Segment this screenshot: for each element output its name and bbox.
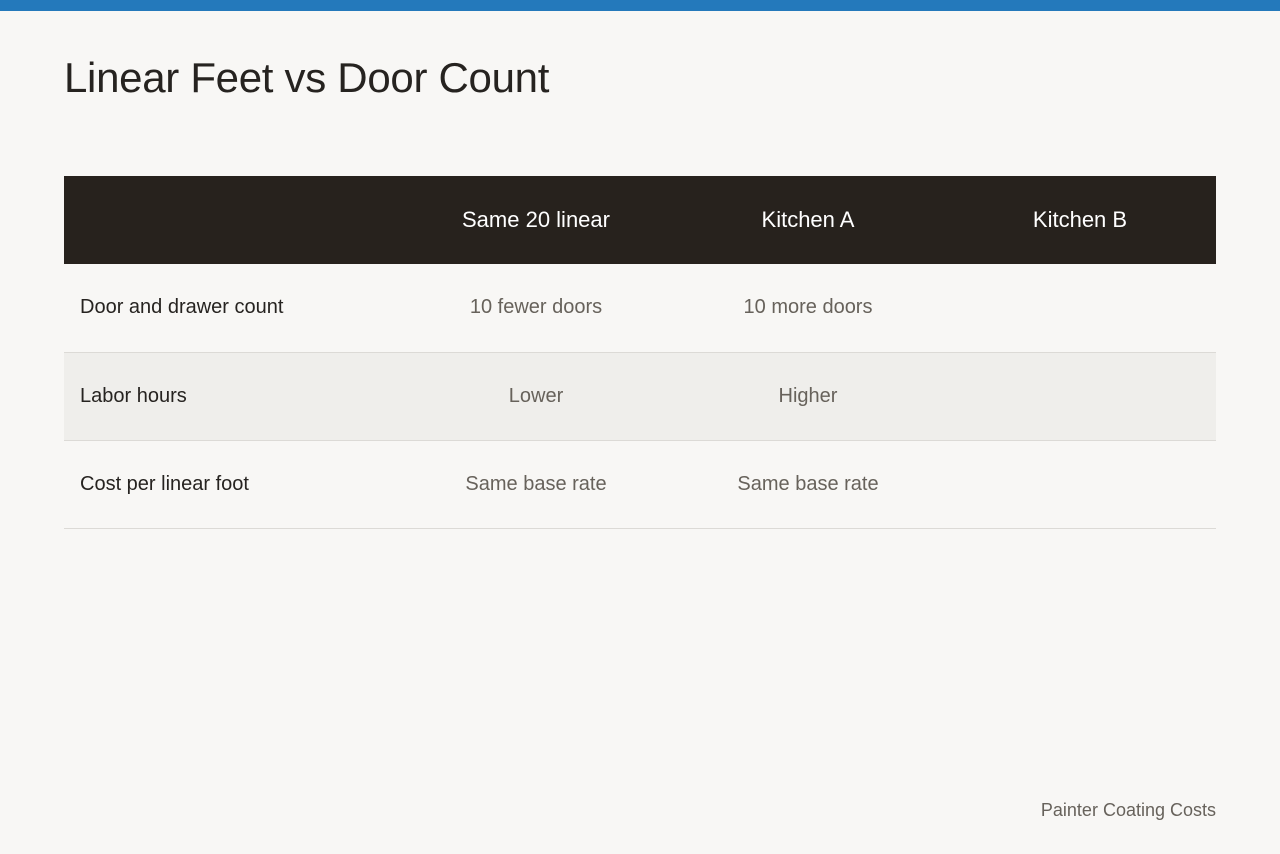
row-label: Labor hours: [80, 384, 187, 407]
column-header: Same 20 linear: [462, 207, 610, 232]
column-header: [64, 176, 400, 264]
table-row: Labor hours Lower Higher: [64, 352, 1216, 440]
table-cell: Higher: [778, 384, 838, 407]
row-label: Door and drawer count: [80, 296, 284, 319]
top-accent-bar: [0, 0, 1280, 11]
table-row: Cost per linear foot Same base rate Same…: [64, 440, 1216, 528]
page-title: Linear Feet vs Door Count: [64, 54, 550, 101]
table-cell: Same base rate: [465, 472, 607, 495]
row-label: Cost per linear foot: [80, 472, 249, 495]
table-cell: 10 fewer doors: [469, 296, 603, 319]
table-cell: Lower: [508, 384, 564, 407]
comparison-table: Same 20 linear Kitchen A Kitchen B Door …: [64, 176, 1216, 529]
table-row: Door and drawer count 10 fewer doors 10 …: [64, 264, 1216, 352]
table-cell: [944, 264, 1216, 352]
table-cell: [944, 352, 1216, 440]
table-header-row: Same 20 linear Kitchen A Kitchen B: [64, 176, 1216, 264]
footer-source: Painter Coating Costs: [1040, 800, 1216, 820]
column-header: Kitchen B: [1032, 207, 1128, 232]
table-cell: [944, 440, 1216, 528]
column-header: Kitchen A: [761, 207, 855, 232]
table-cell: Same base rate: [737, 472, 879, 495]
table-cell: 10 more doors: [743, 296, 873, 319]
